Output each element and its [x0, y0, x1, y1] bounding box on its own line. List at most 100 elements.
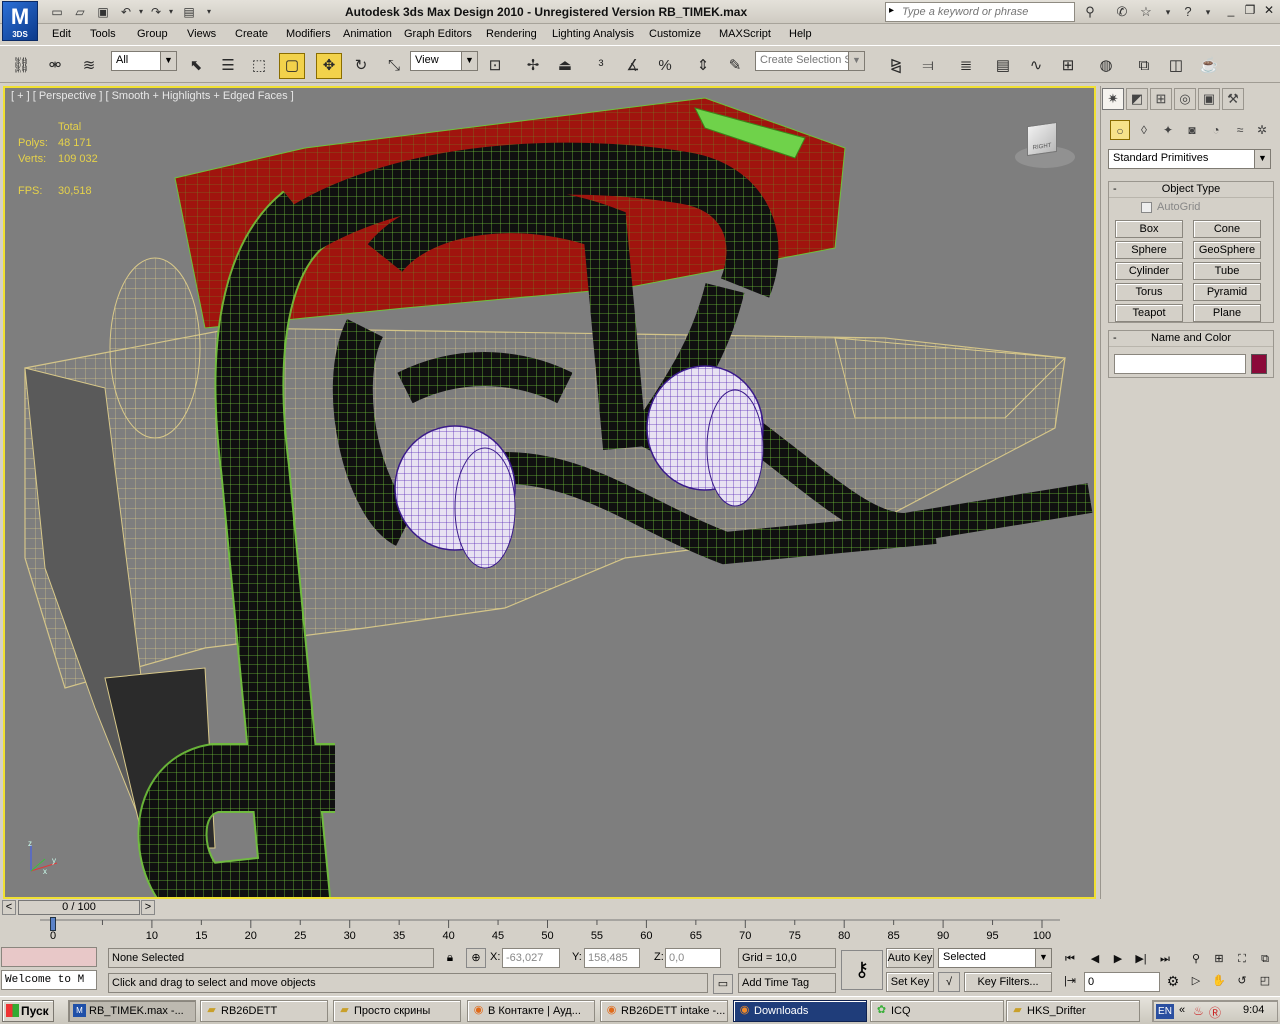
menu-help[interactable]: Help	[789, 28, 812, 40]
layer-manager-icon[interactable]: ≣	[953, 53, 979, 79]
geosphere-button[interactable]: GeoSphere	[1193, 241, 1261, 259]
maximize-viewport-icon[interactable]: ◰	[1255, 972, 1275, 990]
taskbar-item-icq[interactable]: ✿ ICQ	[870, 1000, 1004, 1022]
helpers-category-icon[interactable]: ◔	[1206, 120, 1226, 140]
select-object-icon[interactable]: ⬉	[183, 53, 209, 79]
curve-editor-icon[interactable]: ∿	[1023, 53, 1049, 79]
display-tab-icon[interactable]: ▣	[1198, 88, 1220, 110]
save-file-icon[interactable]: ▣	[94, 3, 112, 20]
keyboard-shortcut-override-icon[interactable]: ⏏	[552, 53, 578, 79]
select-and-rotate-icon[interactable]: ↻	[348, 53, 374, 79]
edit-named-selection-icon[interactable]: ✎	[722, 53, 748, 79]
help-icon[interactable]: ?	[1178, 3, 1198, 21]
maxscript-mini-listener-output[interactable]: Welcome to M	[1, 970, 97, 990]
time-slider-thumb[interactable]: 0 / 100	[18, 900, 140, 915]
percent-snap-icon[interactable]: %	[652, 53, 678, 79]
taskbar-item-hks-drifter[interactable]: ▰ HKS_Drifter	[1006, 1000, 1140, 1022]
pan-view-icon[interactable]: ✋	[1209, 972, 1229, 990]
rectangular-selection-icon[interactable]: ⬚	[246, 53, 272, 79]
object-type-rollout-header[interactable]: - Object Type	[1109, 182, 1273, 198]
menu-rendering[interactable]: Rendering	[486, 28, 537, 40]
selection-lock-icon[interactable]: 🔒︎	[442, 950, 458, 966]
schematic-view-icon[interactable]: ⊞	[1055, 53, 1081, 79]
systems-category-icon[interactable]: ✲	[1252, 120, 1272, 140]
render-production-icon[interactable]: ☕	[1196, 53, 1222, 79]
zoom-icon[interactable]: ⚲	[1186, 950, 1206, 968]
motion-tab-icon[interactable]: ◎	[1174, 88, 1196, 110]
perspective-viewport[interactable]: [ + ] [ Perspective ] [ Smooth + Highlig…	[3, 86, 1096, 899]
restore-button[interactable]: ❐	[1241, 3, 1259, 19]
maxscript-mini-listener-input[interactable]	[1, 947, 97, 967]
named-selection-set-field[interactable]: Create Selection Se ▼	[755, 51, 865, 71]
select-and-link-icon[interactable]: ⛓	[8, 53, 34, 79]
go-to-end-icon[interactable]: ⏭	[1155, 950, 1175, 968]
align-icon[interactable]: ⫤	[915, 53, 941, 79]
window-crossing-icon[interactable]: ▢	[279, 53, 305, 79]
cone-button[interactable]: Cone	[1193, 220, 1261, 238]
sphere-button[interactable]: Sphere	[1115, 241, 1183, 259]
pyramid-button[interactable]: Pyramid	[1193, 283, 1261, 301]
plane-button[interactable]: Plane	[1193, 304, 1261, 322]
binoculars-icon[interactable]: ⚲	[1080, 3, 1100, 21]
absolute-mode-icon[interactable]: ⊕	[466, 948, 486, 968]
geometry-category-icon[interactable]: ○	[1110, 120, 1130, 140]
object-category-dropdown[interactable]: Standard Primitives ▼	[1108, 149, 1271, 169]
menu-tools[interactable]: Tools	[90, 28, 116, 40]
modify-tab-icon[interactable]: ◩	[1126, 88, 1148, 110]
graphite-ribbon-icon[interactable]: ▤	[990, 53, 1016, 79]
time-slider-track[interactable]: < 0 / 100 >	[0, 899, 1096, 916]
cameras-category-icon[interactable]: ◙	[1182, 120, 1202, 140]
unlink-selection-icon[interactable]: ⚮	[42, 53, 68, 79]
prev-frame-button[interactable]: <	[2, 900, 16, 915]
pivot-center-icon[interactable]: ⊡	[482, 53, 508, 79]
box-button[interactable]: Box	[1115, 220, 1183, 238]
search-field[interactable]: ▸	[885, 2, 1075, 22]
menu-views[interactable]: Views	[187, 28, 216, 40]
communication-center-icon[interactable]: ✆	[1112, 3, 1132, 21]
taskbar-item-folder-rb26dett[interactable]: ▰ RB26DETT	[200, 1000, 328, 1022]
taskbar-item-firefox-intake[interactable]: ◉ RB26DETT intake -...	[600, 1000, 728, 1022]
antivirus-tray-icon[interactable]: ♨	[1193, 1004, 1204, 1018]
key-filters-button[interactable]: Key Filters...	[964, 972, 1052, 992]
teapot-button[interactable]: Teapot	[1115, 304, 1183, 322]
select-manipulate-icon[interactable]: ✢	[520, 53, 546, 79]
viewcube-face[interactable]: RIGHT	[1027, 121, 1057, 157]
shapes-category-icon[interactable]: ◊	[1134, 120, 1154, 140]
torus-button[interactable]: Torus	[1115, 283, 1183, 301]
orbit-icon[interactable]: ↺	[1232, 972, 1252, 990]
taskbar-item-firefox-vk[interactable]: ◉ В Контакте | Ауд...	[467, 1000, 595, 1022]
lights-category-icon[interactable]: ✦	[1158, 120, 1178, 140]
tube-button[interactable]: Tube	[1193, 262, 1261, 280]
bind-space-warp-icon[interactable]: ≋	[76, 53, 102, 79]
time-tag-icon[interactable]: ▭	[713, 974, 733, 994]
play-icon[interactable]: ▶	[1108, 950, 1128, 968]
cylinder-button[interactable]: Cylinder	[1115, 262, 1183, 280]
go-to-start-icon[interactable]: ⏮	[1060, 950, 1080, 968]
create-tab-icon[interactable]: ✷	[1102, 88, 1124, 110]
utilities-tab-icon[interactable]: ⚒	[1222, 88, 1244, 110]
search-input[interactable]	[902, 5, 1072, 19]
favorites-star-icon[interactable]: ☆	[1136, 3, 1156, 21]
hierarchy-tab-icon[interactable]: ⊞	[1150, 88, 1172, 110]
project-folder-icon[interactable]: ▤	[180, 3, 198, 20]
application-button[interactable]: M 3DS	[2, 1, 38, 41]
menu-customize[interactable]: Customize	[649, 28, 701, 40]
x-coordinate-field[interactable]: -63,027	[502, 948, 560, 968]
auto-key-button[interactable]: Auto Key	[886, 948, 934, 968]
menu-modifiers[interactable]: Modifiers	[286, 28, 331, 40]
zoom-extents-all-icon[interactable]: ⧉	[1255, 950, 1275, 968]
set-keys-key-icon[interactable]: ⚷	[841, 950, 883, 990]
space-warps-category-icon[interactable]: ≈	[1230, 120, 1250, 140]
spinner-snap-icon[interactable]: ⇕	[690, 53, 716, 79]
tray-expand-icon[interactable]: «	[1179, 1004, 1185, 1016]
select-and-move-icon[interactable]: ✥	[316, 53, 342, 79]
menu-group[interactable]: Group	[137, 28, 168, 40]
taskbar-item-downloads[interactable]: ◉ Downloads	[733, 1000, 867, 1022]
close-button[interactable]: ✕	[1260, 3, 1278, 19]
taskbar-item-3dsmax[interactable]: M RB_TIMEK.max -...	[68, 1000, 196, 1022]
rendered-frame-window-icon[interactable]: ◫	[1163, 53, 1189, 79]
field-of-view-icon[interactable]: ▷	[1186, 972, 1206, 990]
y-coordinate-field[interactable]: 158,485	[584, 948, 640, 968]
name-and-color-rollout-header[interactable]: - Name and Color	[1109, 331, 1273, 347]
search-options-dropdown-icon[interactable]: ▾	[1158, 3, 1178, 21]
